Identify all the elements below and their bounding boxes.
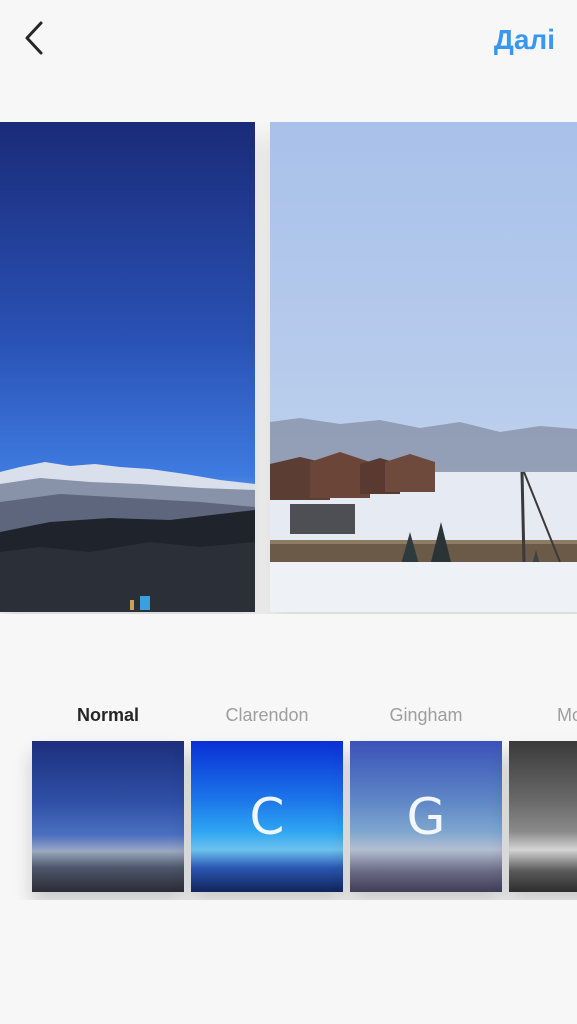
filter-label: Clarendon <box>225 705 309 725</box>
photo-mountains[interactable] <box>0 122 255 612</box>
filter-strip[interactable]: Normal Clarendon C Gingham G Moon M <box>0 700 577 900</box>
filter-thumbnail[interactable]: C <box>191 741 343 892</box>
filter-gingham[interactable]: Gingham G <box>350 700 502 892</box>
back-button[interactable] <box>14 20 54 60</box>
filter-letter: C <box>249 787 285 846</box>
filter-normal[interactable]: Normal <box>32 700 184 892</box>
filter-thumbnail[interactable] <box>32 741 184 892</box>
filter-letter: G <box>406 787 446 846</box>
filter-thumbnail[interactable]: G <box>350 741 502 892</box>
filter-label: Moon <box>557 705 577 725</box>
chevron-left-icon <box>23 21 45 60</box>
next-button[interactable]: Далі <box>494 24 555 56</box>
filter-label: Gingham <box>389 705 463 725</box>
photo-snowy-village[interactable] <box>270 122 577 612</box>
filter-moon[interactable]: Moon M <box>509 700 577 892</box>
photo-carousel[interactable] <box>0 122 577 614</box>
top-bar: Далі <box>0 0 577 82</box>
filter-clarendon[interactable]: Clarendon C <box>191 700 343 892</box>
filter-label: Normal <box>76 705 139 725</box>
filter-thumbnail[interactable]: M <box>509 741 577 892</box>
